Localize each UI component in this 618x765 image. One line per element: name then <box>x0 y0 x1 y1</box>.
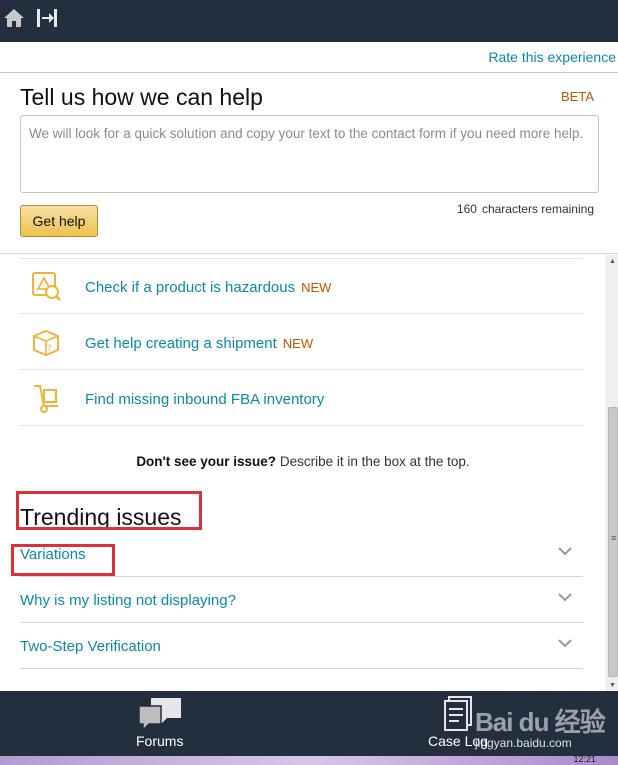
characters-label: characters remaining <box>481 202 594 216</box>
accordion-item-two-step-verification[interactable]: Two-Step Verification <box>20 623 583 669</box>
tab-label: Forums <box>136 733 184 749</box>
characters-remaining: 160 characters remaining <box>457 202 594 216</box>
list-item-shipment[interactable]: ? Get help creating a shipment NEW <box>20 314 583 370</box>
exit-icon[interactable] <box>36 8 58 28</box>
dont-see-rest: Describe it in the box at the top. <box>276 454 470 469</box>
list-item-label[interactable]: Get help creating a shipment NEW <box>85 335 313 352</box>
beta-badge: BETA <box>561 89 594 104</box>
chevron-down-icon[interactable] <box>557 638 573 648</box>
scroll-up-arrow-icon[interactable]: ▲ <box>609 258 616 265</box>
scroll-down-arrow-icon[interactable]: ▼ <box>609 682 616 689</box>
os-taskbar: 12:21 <box>0 754 618 765</box>
dont-see-issue-text: Don't see your issue? Describe it in the… <box>0 454 606 469</box>
help-title: Tell us how we can help <box>20 84 263 110</box>
new-badge: NEW <box>301 280 332 295</box>
scrollbar-thumb[interactable]: ≡ <box>608 407 618 677</box>
tab-forums[interactable]: Forums <box>120 691 200 756</box>
list-item-missing-inventory[interactable]: Find missing inbound FBA inventory <box>20 370 583 426</box>
chevron-down-icon[interactable] <box>557 592 573 602</box>
watermark-url: jingyan.baidu.com <box>475 736 572 750</box>
rate-experience-link[interactable]: Rate this experience <box>488 49 616 65</box>
characters-count: 160 <box>456 202 477 216</box>
top-bar <box>0 0 618 42</box>
accordion-item-listing-not-displaying[interactable]: Why is my listing not displaying? <box>20 577 583 623</box>
help-text-input[interactable]: We will look for a quick solution and co… <box>20 115 599 193</box>
grip-icon: ≡ <box>611 533 617 543</box>
case-log-icon <box>444 696 472 731</box>
taskbar-clock: 12:21 <box>573 754 596 764</box>
hand-truck-icon <box>34 385 58 413</box>
list-item-label[interactable]: Find missing inbound FBA inventory <box>85 391 324 408</box>
highlight-box <box>11 544 115 576</box>
accordion-label[interactable]: Two-Step Verification <box>20 638 161 655</box>
accordion-label[interactable]: Why is my listing not displaying? <box>20 592 236 609</box>
home-icon[interactable] <box>3 7 25 29</box>
vertical-scrollbar[interactable]: ▲ ≡ ▼ <box>606 255 618 691</box>
list-item-hazardous[interactable]: Check if a product is hazardous NEW <box>20 258 583 314</box>
help-content: Check if a product is hazardous NEW ? Get… <box>0 255 606 691</box>
svg-text:?: ? <box>47 344 52 354</box>
get-help-button[interactable]: Get help <box>20 205 98 237</box>
chevron-down-icon[interactable] <box>557 546 573 556</box>
new-badge: NEW <box>282 336 314 351</box>
dont-see-bold: Don't see your issue? <box>136 454 277 469</box>
help-panel: Tell us how we can help BETA We will loo… <box>0 73 618 254</box>
highlight-box <box>16 491 202 530</box>
hazard-search-icon <box>32 272 61 301</box>
list-item-label[interactable]: Check if a product is hazardous NEW <box>85 279 331 296</box>
shipment-box-icon: ? <box>33 329 59 357</box>
forums-icon <box>138 698 181 732</box>
watermark-brand: Bai du 经验 <box>475 707 606 737</box>
baidu-watermark: Bai du 经验 jingyan.baidu.com <box>475 700 615 752</box>
